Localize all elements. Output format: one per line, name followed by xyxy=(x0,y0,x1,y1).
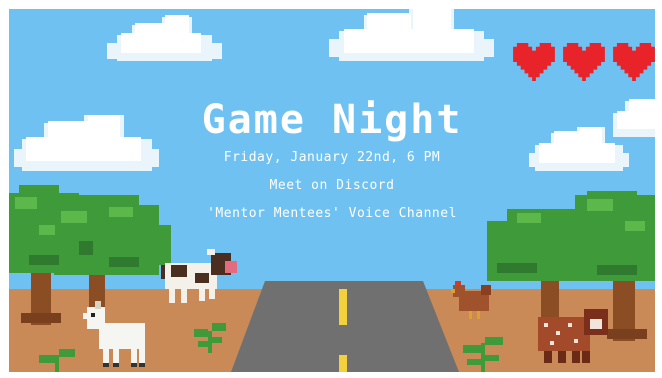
cow-icon xyxy=(161,249,237,303)
heart-icon xyxy=(513,43,555,81)
chicken-icon xyxy=(451,281,491,319)
event-location: Meet on Discord xyxy=(269,178,395,193)
sheep-icon xyxy=(538,309,608,363)
event-title: Game Night xyxy=(201,97,463,143)
goat-icon xyxy=(83,301,145,367)
hearts xyxy=(513,43,655,83)
plant-icon xyxy=(194,323,226,353)
cloud-top-center xyxy=(329,9,494,61)
event-date-time: Friday, January 22nd, 6 PM xyxy=(223,150,441,165)
heart-icon xyxy=(563,43,605,81)
plant-icon xyxy=(39,349,75,372)
event-channel: 'Mentor Mentees' Voice Channel xyxy=(207,206,457,221)
heart-icon xyxy=(613,43,655,81)
cloud-top-left xyxy=(107,15,222,61)
plant-icon xyxy=(463,337,503,372)
game-night-card: Game Night Friday, January 22nd, 6 PM Me… xyxy=(9,9,655,372)
